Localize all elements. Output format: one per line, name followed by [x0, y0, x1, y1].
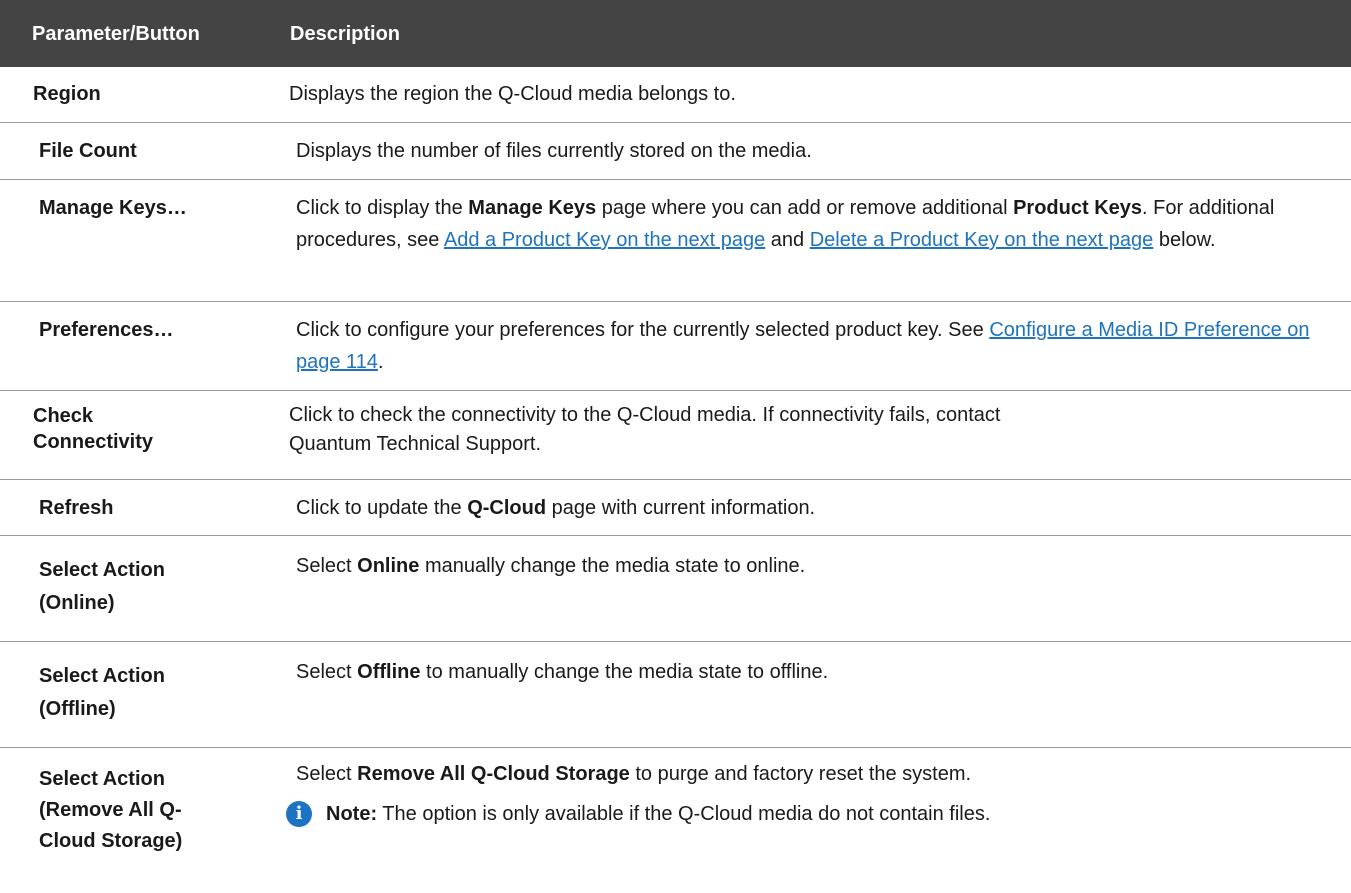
- table-row-select-online: Select Action (Online) Select Online man…: [0, 536, 1351, 642]
- param-check-connectivity: Check Connectivity: [33, 405, 154, 453]
- header-description: Description: [290, 23, 401, 45]
- desc-file-count: Displays the number of files currently s…: [296, 140, 812, 162]
- param-select-remove-all: Select Action (Remove All Q- Cloud Stora…: [39, 768, 183, 852]
- info-icon: i: [286, 801, 312, 827]
- desc-region: Displays the region the Q-Cloud media be…: [289, 83, 736, 105]
- desc-check-connectivity: Click to check the connectivity to the Q…: [289, 404, 1001, 455]
- note-text: Note: The option is only available if th…: [326, 803, 991, 825]
- link-add-product-key[interactable]: Add a Product Key on the next page: [444, 229, 765, 251]
- param-select-online: Select Action (Online): [39, 559, 165, 614]
- table-row-check-connectivity: Check Connectivity Click to check the co…: [0, 391, 1351, 480]
- table-row-select-remove-all: Select Action (Remove All Q- Cloud Stora…: [0, 748, 1351, 893]
- desc-refresh: Click to update the Q-Cloud page with cu…: [296, 497, 816, 519]
- param-refresh: Refresh: [39, 497, 114, 519]
- table-row-select-offline: Select Action (Offline) Select Offline t…: [0, 642, 1351, 748]
- param-file-count: File Count: [39, 140, 137, 162]
- table-row-refresh: Refresh Click to update the Q-Cloud page…: [0, 480, 1351, 536]
- table-row-preferences: Preferences… Click to configure your pre…: [0, 302, 1351, 391]
- parameter-table: Parameter/Button Description Region Disp…: [0, 0, 1351, 893]
- desc-select-offline: Select Offline to manually change the me…: [296, 661, 829, 683]
- table-header: Parameter/Button Description: [0, 0, 1351, 67]
- desc-select-remove-all: Select Remove All Q-Cloud Storage to pur…: [296, 763, 972, 785]
- param-manage-keys: Manage Keys…: [39, 197, 187, 219]
- link-delete-product-key[interactable]: Delete a Product Key on the next page: [810, 229, 1154, 251]
- desc-manage-keys: Click to display the Manage Keys page wh…: [296, 197, 1275, 251]
- table-row-file-count: File Count Displays the number of files …: [0, 123, 1351, 180]
- header-parameter: Parameter/Button: [32, 23, 200, 45]
- param-region: Region: [33, 83, 101, 105]
- desc-preferences: Click to configure your preferences for …: [296, 319, 1310, 373]
- param-select-offline: Select Action (Offline): [39, 665, 165, 720]
- desc-select-online: Select Online manually change the media …: [296, 555, 806, 577]
- table-row-region: Region Displays the region the Q-Cloud m…: [0, 67, 1351, 123]
- table-row-manage-keys: Manage Keys… Click to display the Manage…: [0, 180, 1351, 302]
- param-preferences: Preferences…: [39, 319, 174, 341]
